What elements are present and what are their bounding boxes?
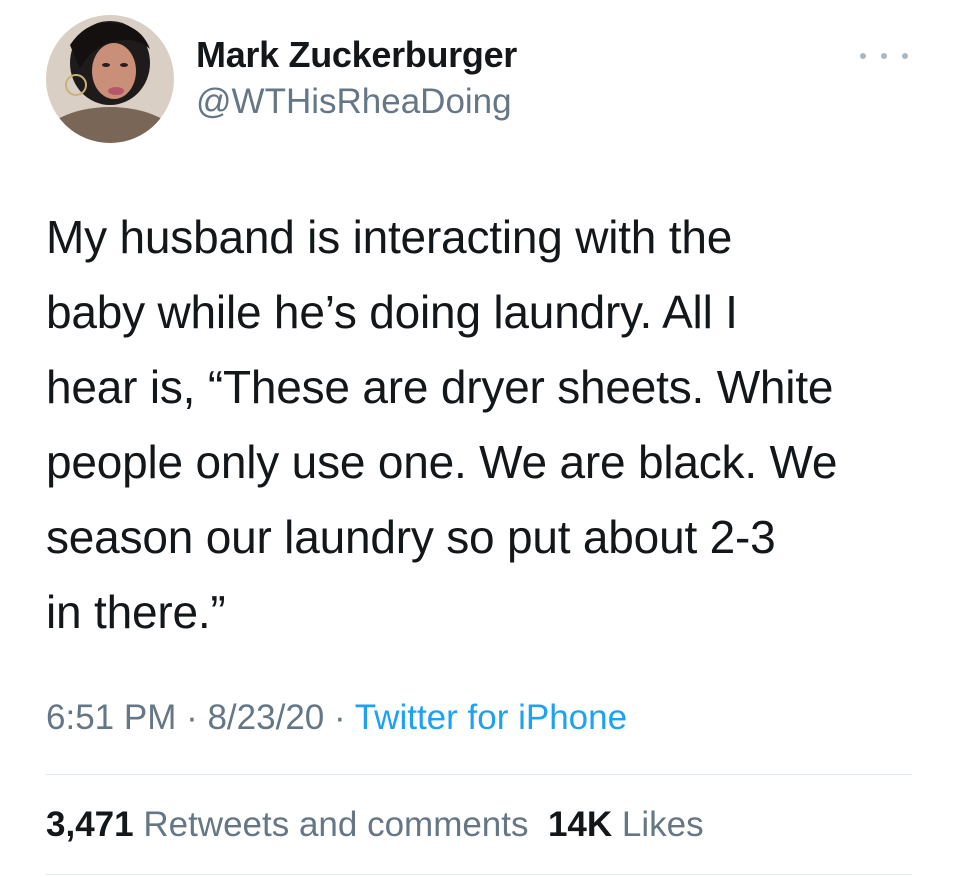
retweets-count: 3,471 [46,805,134,844]
tweet-meta: 6:51 PM · 8/23/20 · Twitter for iPhone [46,698,627,738]
more-horizontal-icon [902,53,908,59]
divider [46,874,912,875]
more-horizontal-icon [881,53,887,59]
tweet-stats: 3,471 Retweets and comments 14K Likes [46,805,704,845]
tweet-text-line: people only use one. We are black. We [46,436,838,488]
likes-count: 14K [547,805,613,844]
tweet-time[interactable]: 6:51 PM [46,698,176,737]
avatar-image [46,15,174,143]
more-options-button[interactable] [860,46,908,66]
author-handle[interactable]: @WTHisRheaDoing [196,82,512,122]
likes-stat[interactable]: 14K Likes [548,805,704,844]
divider [46,774,912,775]
more-horizontal-icon [860,53,866,59]
tweet-text-line: baby while he’s doing laundry. All I [46,286,738,338]
tweet-text-line: season our laundry so put about 2-3 [46,511,776,563]
tweet-text: My husband is interacting with the baby … [46,200,926,650]
meta-separator: · [176,698,208,737]
meta-separator: · [324,698,355,737]
retweets-label: Retweets and comments [143,805,529,844]
tweet-card: Mark Zuckerburger @WTHisRheaDoing My hus… [0,0,960,877]
likes-label: Likes [621,805,704,844]
tweet-date[interactable]: 8/23/20 [207,698,324,737]
tweet-text-line: in there.” [46,586,226,638]
tweet-source-link[interactable]: Twitter for iPhone [355,698,627,737]
avatar[interactable] [46,15,174,143]
author-name[interactable]: Mark Zuckerburger [196,34,517,76]
retweets-stat[interactable]: 3,471 Retweets and comments [46,805,529,844]
tweet-text-line: hear is, “These are dryer sheets. White [46,361,834,413]
tweet-text-line: My husband is interacting with the [46,211,733,263]
